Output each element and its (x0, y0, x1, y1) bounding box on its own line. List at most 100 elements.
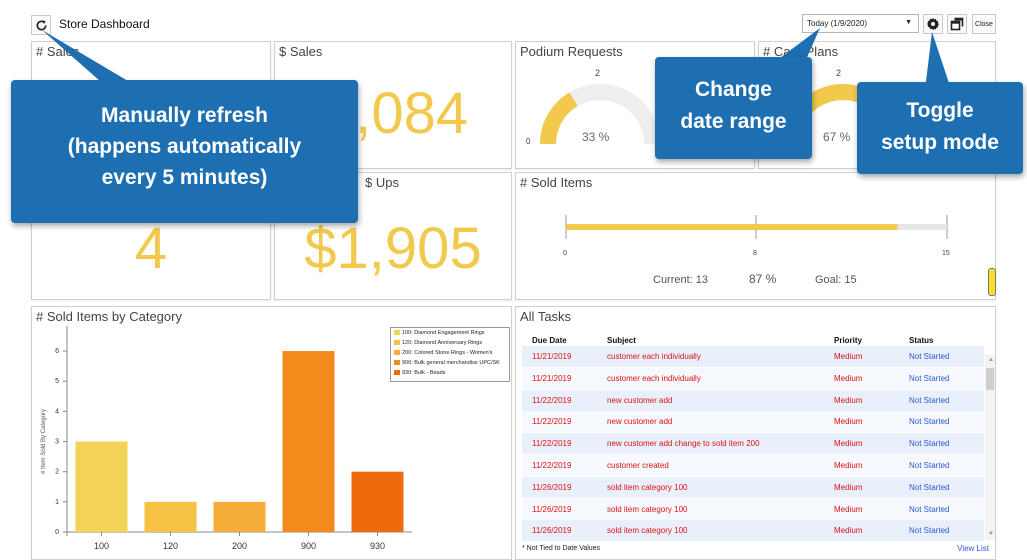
tasks-scrollbar[interactable]: ▲ ▼ (985, 354, 995, 540)
due-date-cell: 11/26/2019 (532, 504, 572, 514)
tile-title: # Sold Items (520, 175, 593, 190)
bar-930 (351, 471, 404, 532)
table-row[interactable]: 11/26/2019 sold item category 100 Medium No… (522, 520, 984, 542)
callout-line: date range (680, 110, 787, 133)
due-date-cell: 11/26/2019 (532, 482, 572, 492)
toolbar: Store Dashboard Today (1/9/2020) ▼ Close (0, 0, 1027, 44)
percent-label: 87 % (749, 272, 777, 286)
y-tick-label: 2 (55, 469, 59, 476)
legend-swatch (394, 340, 400, 346)
legend-item: 200: Colored Stone Rings - Women's (394, 350, 493, 356)
y-tick-label: 6 (55, 348, 59, 355)
legend-item: 930: Bulk - Beads (394, 370, 445, 376)
status-cell: Not Started (909, 504, 950, 514)
legend-swatch (394, 370, 400, 376)
status-cell: Not Started (909, 417, 950, 427)
subject-cell: customer each individually (607, 352, 701, 361)
gauge-percent: 33 % (582, 130, 610, 144)
gauge-fill (539, 92, 578, 145)
tick-8: 8 (753, 250, 757, 257)
priority-cell: Medium (834, 417, 863, 427)
due-date-cell: 11/21/2019 (532, 352, 572, 361)
priority-cell: Medium (834, 352, 863, 361)
scroll-thumb[interactable] (986, 368, 994, 390)
status-cell: Not Started (909, 526, 950, 536)
bar-900 (282, 351, 335, 532)
footer-note: * Not Tied to Date Values (522, 545, 601, 552)
legend-swatch (394, 360, 400, 366)
refresh-callout: Manually refresh (happens automatically … (11, 80, 358, 223)
tile-title: Podium Requests (520, 44, 623, 59)
subject-cell: sold item category 100 (607, 526, 688, 536)
table-row[interactable]: 11/22/2019 new customer add Medium Not Star… (522, 411, 984, 433)
y-tick-label: 4 (55, 408, 59, 415)
setup-mode-callout: Toggle setup mode (857, 82, 1023, 174)
subject-cell: new customer add (607, 417, 673, 427)
close-button[interactable]: Close (972, 14, 996, 34)
callout-line: Toggle (906, 99, 974, 122)
subject-cell: sold item category 100 (607, 504, 688, 514)
table-row[interactable]: 11/21/2019 customer each individually Medi… (522, 367, 984, 389)
subject-cell: new customer add (607, 395, 673, 405)
legend-item: 120: Diamond Anniversary Rings (394, 340, 482, 346)
dollar-ups-value: $1,905 (304, 216, 482, 281)
view-list-link[interactable]: View List (957, 544, 989, 553)
due-date-cell: 11/22/2019 (532, 461, 572, 470)
column-header[interactable]: Status (909, 336, 933, 345)
subject-cell: new customer add change to sold item 200 (607, 439, 760, 449)
gauge-min: 0 (526, 137, 531, 146)
progress-fill (566, 224, 898, 230)
legend-item: 100: Diamond Engagement Rings (394, 330, 485, 336)
legend-swatch (394, 330, 400, 336)
x-tick-label: 900 (301, 541, 316, 551)
gauge-max: 2 (595, 68, 601, 78)
due-date-cell: 11/22/2019 (532, 395, 572, 405)
legend-item: 900: Bulk general merchandise UPC/SK (394, 360, 500, 366)
x-tick-label: 120 (163, 541, 178, 551)
subject-cell: customer created (607, 461, 669, 470)
priority-cell: Medium (834, 395, 863, 405)
column-header[interactable]: Due Date (532, 336, 567, 345)
scroll-up-icon[interactable]: ▲ (988, 357, 994, 363)
status-cell: Not Started (909, 461, 950, 470)
table-row[interactable]: 11/26/2019 sold item category 100 Medium No… (522, 476, 984, 498)
table-row[interactable]: 11/22/2019 customer created Medium Not Star… (522, 455, 984, 476)
priority-cell: Medium (834, 526, 863, 536)
priority-cell: Medium (834, 439, 863, 449)
priority-cell: Medium (834, 461, 863, 470)
status-cell: Not Started (909, 395, 950, 405)
priority-cell: Medium (834, 373, 863, 383)
y-axis-label: # Item Sold By Category (41, 409, 47, 474)
current-label: Current: 13 (653, 274, 709, 286)
side-handle[interactable] (988, 268, 996, 296)
priority-cell: Medium (834, 504, 863, 514)
tile-all-tasks: All Tasks Due Date Subject Priority Stat… (515, 306, 996, 560)
y-tick-label: 5 (55, 378, 59, 385)
bar-100 (75, 441, 128, 532)
status-cell: Not Started (909, 373, 950, 383)
column-header[interactable]: Priority (834, 336, 862, 345)
due-date-cell: 11/26/2019 (532, 526, 572, 536)
x-tick-label: 930 (370, 541, 385, 551)
tick-0: 0 (563, 250, 567, 257)
date-range-callout: Change date range (655, 57, 812, 159)
status-cell: Not Started (909, 482, 950, 492)
y-tick-label: 3 (55, 439, 59, 446)
chart-legend: 100: Diamond Engagement Rings 120: Diamo… (390, 327, 510, 382)
table-row[interactable]: 11/26/2019 sold item category 100 Medium No… (522, 498, 984, 520)
bar-200 (213, 501, 266, 532)
due-date-cell: 11/22/2019 (532, 417, 572, 427)
goal-label: Goal: 15 (815, 274, 857, 286)
dropdown-arrow-icon: ▼ (905, 19, 912, 26)
scroll-down-icon[interactable]: ▼ (988, 531, 994, 537)
windows-icon (950, 17, 964, 31)
status-cell: Not Started (909, 439, 950, 449)
x-tick-label: 100 (94, 541, 109, 551)
table-row[interactable]: 11/21/2019 customer each individually Medi… (522, 346, 984, 367)
table-row[interactable]: 11/22/2019 new customer add Medium Not Star… (522, 389, 984, 411)
table-row[interactable]: 11/22/2019 new customer add change to sol… (522, 433, 984, 455)
gauge-max: 2 (836, 68, 842, 78)
due-date-cell: 11/22/2019 (532, 439, 572, 449)
column-header[interactable]: Subject (607, 336, 636, 345)
subject-cell: sold item category 100 (607, 482, 688, 492)
